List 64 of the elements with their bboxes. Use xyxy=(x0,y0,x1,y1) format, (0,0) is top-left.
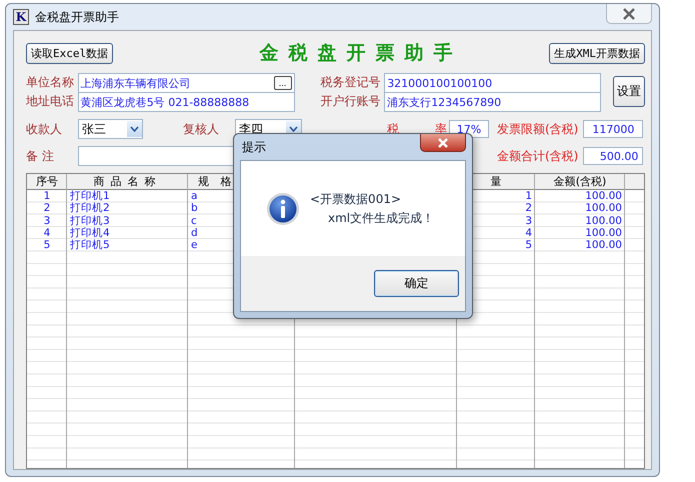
dialog-title: 提示 xyxy=(242,138,266,156)
close-button[interactable] xyxy=(420,134,466,152)
dropdown-icon xyxy=(289,126,298,132)
column-header: 规 格 xyxy=(197,174,236,190)
table-cell-text: 2 xyxy=(524,202,533,215)
table-cell-text: 1 xyxy=(42,190,52,202)
app-icon: K xyxy=(13,9,29,25)
address-phone-label: 地址电话 xyxy=(26,93,75,110)
table-cell-text: 100.00 xyxy=(584,214,623,227)
address-phone-field[interactable]: 黄浦区龙虎巷5号 021-88888888 xyxy=(80,94,294,110)
dropdown-icon xyxy=(130,126,139,132)
generate-xml-button[interactable]: 生成XML开票数据 xyxy=(549,42,645,64)
table-cell-text: 1 xyxy=(524,190,533,202)
payee-label: 收款人 xyxy=(26,120,63,138)
tax-id-field[interactable]: 321000100100100 xyxy=(387,76,600,90)
app-heading: 金税盘开票助手 xyxy=(260,41,463,66)
reviewer-label: 复核人 xyxy=(183,120,220,138)
table-cell-text: 打印机3 xyxy=(69,214,111,227)
table-cell-text: 3 xyxy=(42,214,52,227)
table-cell-text: 打印机4 xyxy=(69,226,111,240)
table-cell-text: d xyxy=(190,226,199,240)
bank-account-field[interactable]: 浦东支行1234567890 xyxy=(387,94,600,110)
dialog-message: <开票数据001> xyxy=(310,190,402,208)
table-cell-text: 5 xyxy=(42,239,52,252)
window-title: 金税盘开票助手 xyxy=(35,8,119,26)
remark-label: 备 注 xyxy=(26,148,55,164)
info-icon xyxy=(266,192,300,226)
table-cell-text: e xyxy=(190,239,198,252)
table-cell-text: b xyxy=(190,202,199,215)
table-cell-text: a xyxy=(190,190,198,202)
table-cell-text: 100.00 xyxy=(584,239,623,252)
table-cell-text: 打印机5 xyxy=(69,239,111,252)
column-header: 金额(含税) xyxy=(552,174,608,190)
table-cell-text: 4 xyxy=(524,226,533,240)
table-cell-text: 5 xyxy=(524,239,533,252)
invoice-limit-label: 发票限额(含税) xyxy=(497,120,578,138)
table-cell-text: 4 xyxy=(42,226,52,240)
total-amount-label: 金额合计(含税) xyxy=(497,148,578,164)
table-cell-text: 100.00 xyxy=(584,202,623,215)
read-excel-button[interactable]: 读取Excel数据 xyxy=(26,42,114,64)
table-cell-text: 打印机2 xyxy=(69,202,111,215)
table-cell-text: 3 xyxy=(524,214,533,227)
close-icon xyxy=(622,8,636,20)
column-header: 序号 xyxy=(35,174,59,190)
tax-id-label: 税务登记号 xyxy=(320,74,382,91)
payee-select[interactable]: 张三 xyxy=(78,119,143,139)
table-cell-text: 2 xyxy=(42,202,52,215)
table-cell-text: 打印机1 xyxy=(69,190,111,202)
table-cell-text: c xyxy=(190,214,198,227)
dialog-message: xml文件生成完成！ xyxy=(328,210,434,226)
browse-button[interactable]: ... xyxy=(274,76,292,90)
settings-button[interactable]: 设置 xyxy=(613,76,645,107)
close-icon xyxy=(437,138,449,148)
total-amount-field[interactable]: 500.00 xyxy=(583,147,644,165)
table-cell-text: 100.00 xyxy=(584,190,623,202)
ok-button[interactable]: 确定 xyxy=(374,270,459,297)
column-header: 量 xyxy=(490,174,502,190)
company-name-field[interactable]: 上海浦东车辆有限公司 xyxy=(80,76,274,90)
table-cell-text: 100.00 xyxy=(584,226,623,240)
invoice-limit-field[interactable]: 117000 xyxy=(583,120,644,138)
company-name-label: 单位名称 xyxy=(26,74,75,91)
column-header: 商品名称 xyxy=(92,174,162,190)
bank-account-label: 开户行账号 xyxy=(320,93,382,110)
close-button[interactable] xyxy=(606,4,652,24)
